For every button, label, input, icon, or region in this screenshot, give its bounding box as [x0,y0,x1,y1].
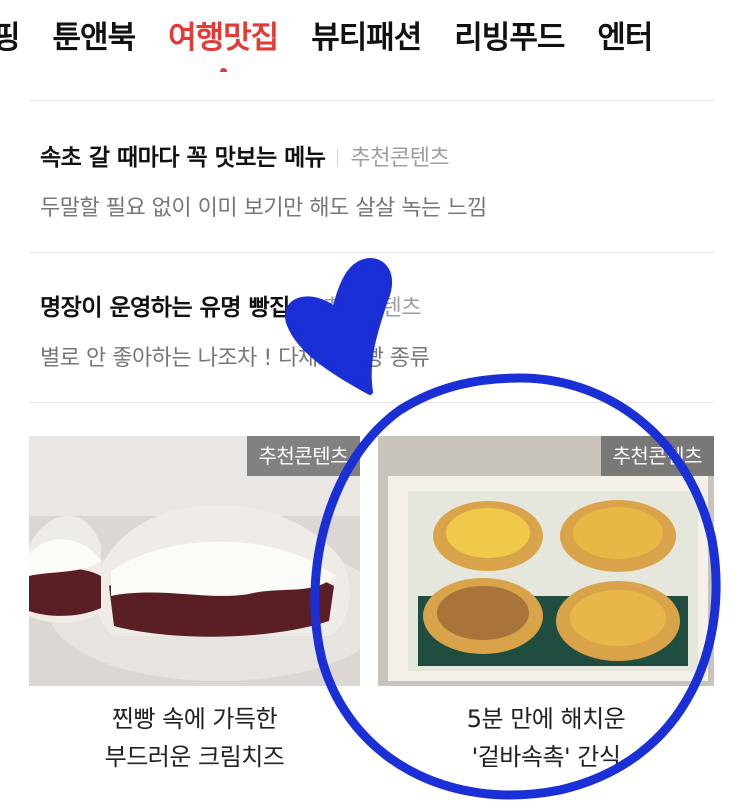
article-subtitle: 두말할 필요 없이 이미 보기만 해도 살살 녹는 느낌 [40,196,487,221]
tab-living-food[interactable]: 리빙푸드 [454,12,565,57]
card-caption: 찐빵 속에 가득한 부드러운 크림치즈 [29,700,360,776]
tab-travel-food-label: 여행맛집 [168,20,279,56]
card-thumbnail: 추천콘텐츠 [378,436,714,686]
caption-line: '겉바속촉' 간식 [471,743,621,771]
card-thumbnail: 추천콘텐츠 [29,436,360,686]
article-item[interactable]: 속초 갈 때마다 꼭 맛보는 메뉴 추천콘텐츠 두말할 필요 없이 이미 보기만 … [40,138,720,222]
content-card[interactable]: 추천콘텐츠 5분 만에 해치운 '겉바속촉' 간식 [378,436,714,776]
tab-ping[interactable]: 핑 [0,12,21,57]
category-tab-bar: 핑 툰앤북 여행맛집 뷰티패션 리빙푸드 엔터 [0,0,743,72]
card-caption: 5분 만에 해치운 '겉바속촉' 간식 [378,700,714,776]
caption-line: 부드러운 크림치즈 [104,743,285,771]
separator [337,149,339,167]
tab-beauty-fashion[interactable]: 뷰티패션 [311,12,422,57]
article-title: 명장이 운영하는 유명 빵집 [40,295,298,321]
recommended-badge: 추천콘텐츠 [600,436,714,476]
divider [29,100,714,101]
caption-line: 5분 만에 해치운 [466,705,626,733]
tab-entertainment[interactable]: 엔터 [597,12,653,57]
divider [29,402,714,403]
separator [309,299,311,317]
article-tag: 추천콘텐츠 [322,296,421,321]
tab-travel-food[interactable]: 여행맛집 [168,12,279,72]
article-tag: 추천콘텐츠 [350,146,450,171]
active-tab-indicator [220,68,228,72]
tab-toon-book[interactable]: 툰앤북 [53,12,137,57]
recommended-badge: 추천콘텐츠 [246,436,360,476]
article-title: 속초 갈 때마다 꼭 맛보는 메뉴 [40,145,326,171]
article-subtitle: 별로 안 좋아하는 나조차 ! 다채로운 빵 종류 [40,346,430,371]
content-card[interactable]: 추천콘텐츠 찐빵 속에 가득한 부드러운 크림치즈 [29,436,360,776]
divider [29,252,714,253]
caption-line: 찐빵 속에 가득한 [111,705,278,733]
article-item[interactable]: 명장이 운영하는 유명 빵집 추천콘텐츠 별로 안 좋아하는 나조차 ! 다채로… [40,288,720,372]
